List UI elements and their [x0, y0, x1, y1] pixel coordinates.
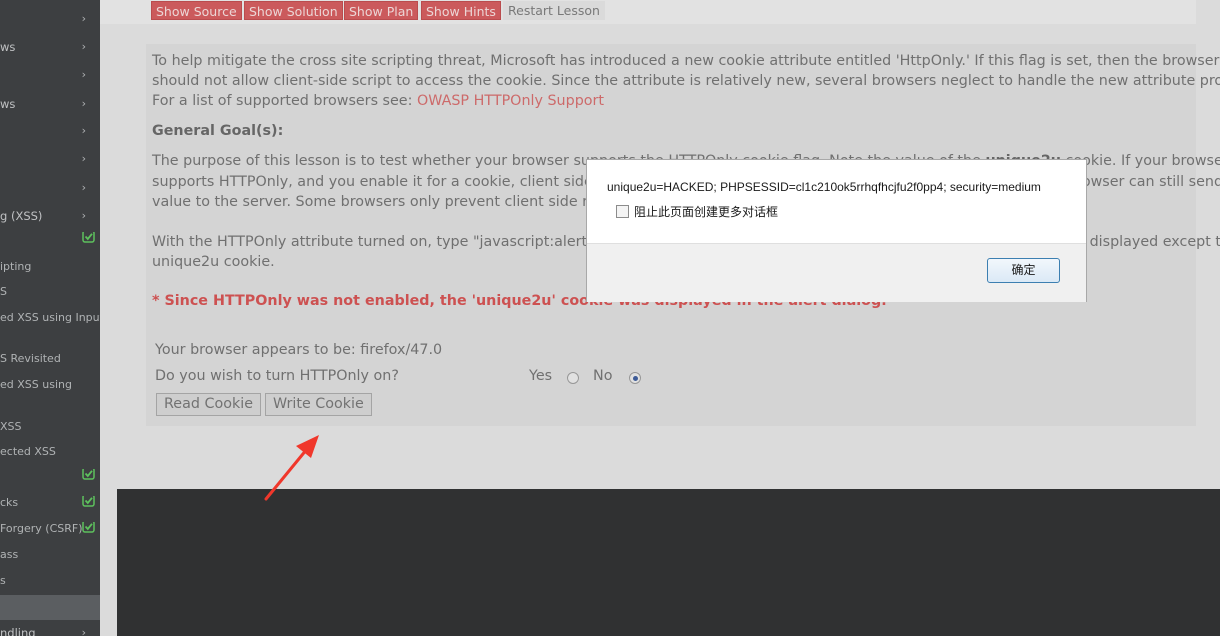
- annotation-arrow-icon: [264, 435, 319, 501]
